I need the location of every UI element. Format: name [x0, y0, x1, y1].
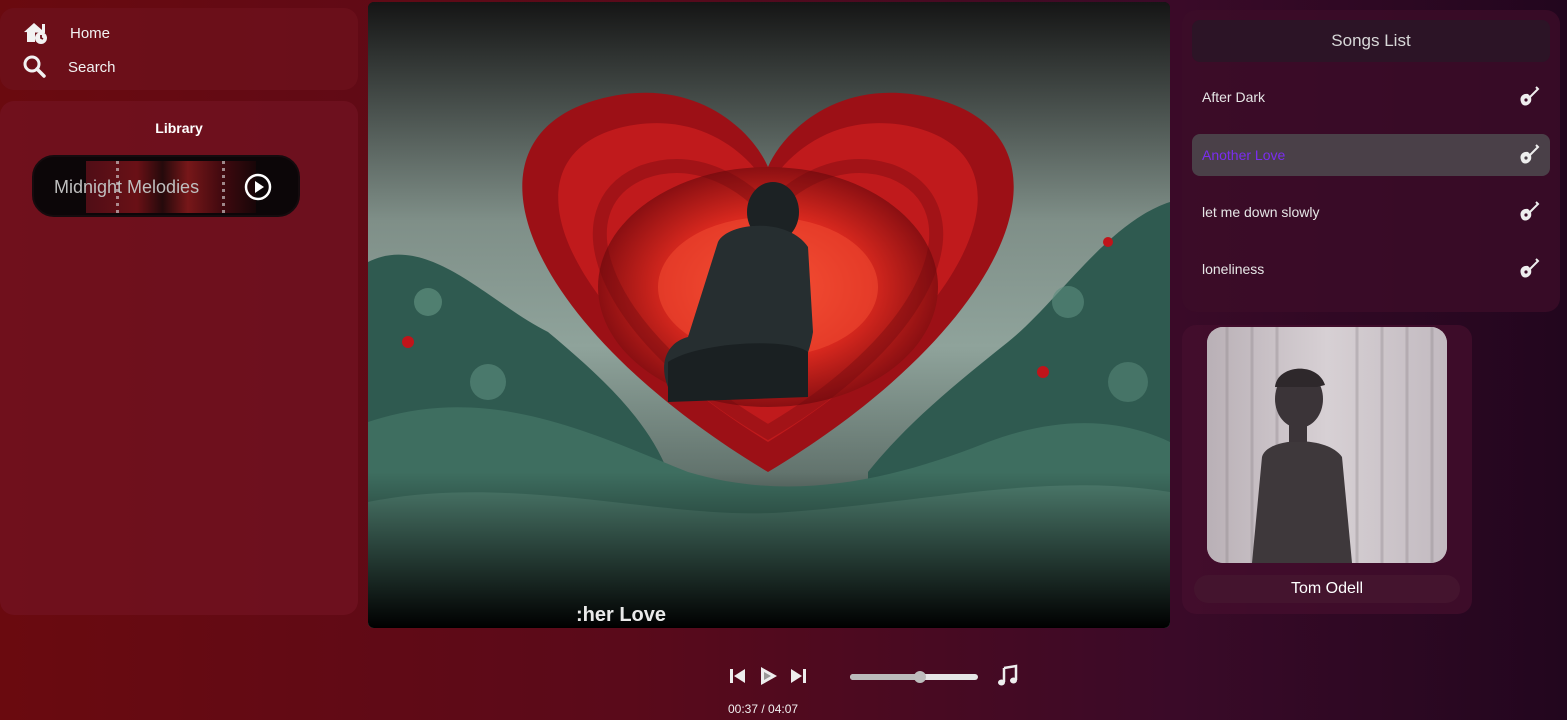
progress-slider[interactable]	[850, 671, 978, 683]
time-display: 00:37 / 04:07	[728, 702, 799, 716]
music-note-icon[interactable]	[995, 664, 1019, 688]
song-item-active[interactable]: Another Love	[1192, 134, 1550, 176]
library-title: Library	[155, 120, 203, 136]
nav-home-label: Home	[70, 24, 111, 42]
songs-list-title: Songs List	[1192, 20, 1550, 62]
song-name: After Dark	[1202, 89, 1266, 105]
song-name: let me down slowly	[1202, 204, 1320, 220]
artist-name-pill: Tom Odell	[1194, 575, 1460, 603]
nav-item-home[interactable]: Home	[22, 20, 110, 46]
film-strip-decoration	[222, 161, 225, 213]
library-panel: Library Midnight Melodies	[0, 101, 358, 615]
playlist-name: Midnight Melodies	[54, 177, 200, 197]
song-item[interactable]: After Dark	[1192, 76, 1550, 118]
guitar-icon[interactable]	[1516, 85, 1540, 109]
play-circle-icon[interactable]	[242, 171, 274, 203]
album-artwork: :her Love	[368, 2, 1170, 628]
skip-previous-icon[interactable]	[726, 664, 750, 688]
home-icon	[24, 23, 47, 44]
artist-name: Tom Odell	[1290, 580, 1364, 597]
song-item[interactable]: loneliness	[1192, 248, 1550, 290]
song-name: loneliness	[1202, 261, 1265, 277]
songs-list-panel: Songs List After Dark Another Love let m…	[1182, 10, 1560, 312]
song-item[interactable]: let me down slowly	[1192, 191, 1550, 233]
play-icon[interactable]	[756, 664, 780, 688]
playlist-card[interactable]: Midnight Melodies	[32, 155, 300, 217]
nav-panel: Home Search	[0, 8, 358, 90]
playback-controls	[726, 664, 810, 688]
now-playing-title: :her Love	[576, 604, 667, 626]
skip-next-icon[interactable]	[786, 664, 810, 688]
heart-artwork-image	[368, 2, 1170, 628]
nav-search-label: Search	[68, 58, 116, 76]
artist-card: Tom Odell	[1182, 325, 1472, 614]
guitar-icon[interactable]	[1516, 257, 1540, 281]
search-icon	[23, 55, 46, 78]
progress-thumb[interactable]	[914, 671, 927, 683]
song-name: Another Love	[1202, 147, 1286, 163]
nav-item-search[interactable]: Search	[22, 54, 116, 80]
guitar-icon[interactable]	[1516, 200, 1540, 224]
guitar-icon[interactable]	[1516, 143, 1540, 167]
progress-fill	[850, 674, 921, 680]
artist-photo	[1207, 327, 1447, 563]
